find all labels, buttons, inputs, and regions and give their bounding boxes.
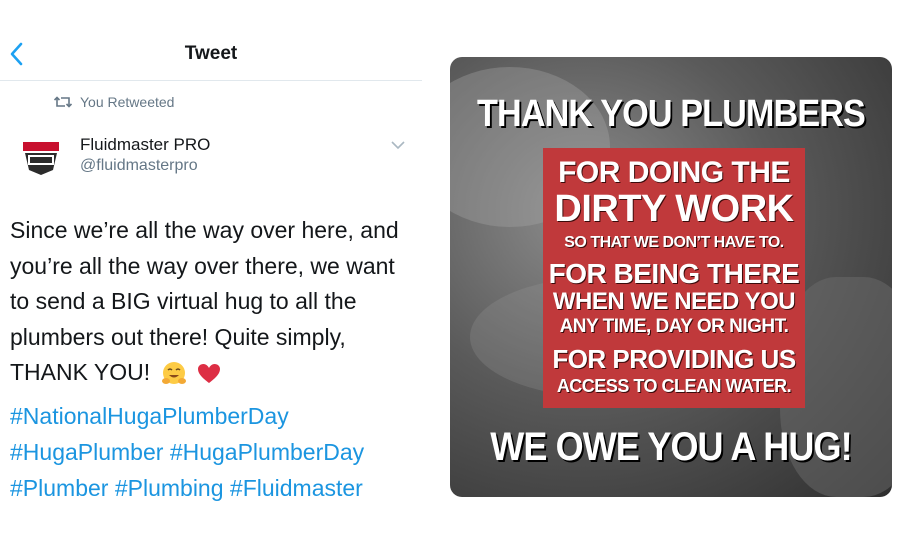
hashtag-link[interactable]: #Plumbing: [115, 475, 224, 501]
tweet-line-last: THANK YOU!: [10, 355, 410, 391]
box-line: FOR PROVIDING US: [552, 344, 796, 374]
hashtag-link[interactable]: #HugaPlumber: [10, 439, 163, 465]
author-name[interactable]: Fluidmaster PRO: [80, 135, 210, 155]
retweet-icon: [54, 96, 72, 108]
page-title: Tweet: [184, 43, 238, 64]
box-line: WHEN WE NEED YOU: [552, 288, 796, 315]
box-line: ANY TIME, DAY OR NIGHT.: [559, 316, 789, 337]
tweet-line: you’re all the way over there, we want: [10, 252, 395, 279]
hashtag-link[interactable]: #Plumber: [10, 475, 108, 501]
tweet-image[interactable]: THANK YOU PLUMBERS FOR DOING THE DIRTY W…: [450, 57, 892, 497]
hashtag-line: #HugaPlumber #HugaPlumberDay: [10, 434, 420, 470]
hugging-face-icon: [161, 361, 186, 384]
box-line: ACCESS TO CLEAN WATER.: [556, 376, 792, 396]
hashtag-link[interactable]: #HugaPlumberDay: [170, 439, 364, 465]
tweet-line: THANK YOU!: [10, 359, 151, 385]
avatar[interactable]: [20, 140, 62, 176]
hashtags: #NationalHugaPlumberDay #HugaPlumber #Hu…: [10, 398, 420, 506]
box-line: SO THAT WE DON’T HAVE TO.: [564, 234, 784, 251]
box-line: FOR BEING THERE: [548, 258, 800, 289]
hashtag-line: #NationalHugaPlumberDay: [10, 398, 420, 434]
retweet-label: You Retweeted: [80, 94, 175, 110]
tweet-text: Since we’re all the way over here, and y…: [10, 213, 410, 391]
image-footer: WE OWE YOU A HUG!: [490, 425, 852, 469]
chevron-down-icon[interactable]: [390, 138, 406, 152]
tweet-line: to send a BIG virtual hug to all the: [10, 288, 357, 314]
header-bar: Tweet: [0, 0, 422, 81]
hashtag-link[interactable]: #Fluidmaster: [230, 475, 363, 501]
box-line: FOR DOING THE: [558, 156, 790, 189]
red-heart-icon: [197, 363, 220, 383]
tweet-line: plumbers out there! Quite simply,: [10, 323, 346, 350]
hashtag-line: #Plumber #Plumbing #Fluidmaster: [10, 470, 420, 506]
author-handle[interactable]: @fluidmasterpro: [80, 157, 198, 175]
image-message-box: FOR DOING THE DIRTY WORK SO THAT WE DON’…: [543, 148, 805, 408]
box-line: DIRTY WORK: [554, 188, 794, 230]
image-headline: THANK YOU PLUMBERS: [477, 93, 866, 135]
hashtag-link[interactable]: #NationalHugaPlumberDay: [10, 403, 289, 429]
retweet-context: You Retweeted: [54, 94, 174, 110]
tweet-line: Since we’re all the way over here, and: [10, 217, 399, 243]
